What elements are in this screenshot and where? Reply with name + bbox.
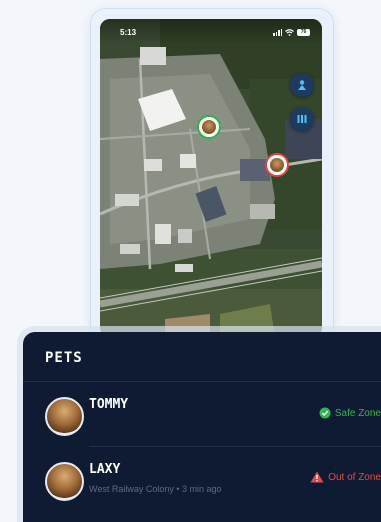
pets-title: PETS	[45, 350, 83, 366]
pets-panel: PETS TOMMY Safe Zone LAXY West Railway C…	[23, 332, 381, 522]
map-pin-tommy[interactable]	[197, 115, 221, 139]
satellite-map[interactable]	[100, 19, 322, 337]
pet-row-laxy[interactable]: LAXY West Railway Colony • 3 min ago Out…	[23, 449, 381, 507]
pet-name: TOMMY	[89, 397, 129, 412]
status-icons: 76	[273, 28, 310, 36]
status-bar: 5:13 76	[100, 19, 322, 45]
pet-name: LAXY	[89, 462, 121, 477]
status-time: 5:13	[120, 27, 137, 37]
bars-icon	[297, 115, 307, 123]
pet-location: West Railway Colony • 3 min ago	[89, 484, 222, 494]
signal-icon	[273, 28, 282, 36]
person-location-button[interactable]	[290, 73, 314, 97]
title-divider	[23, 381, 381, 382]
map-screen: 5:13 76	[100, 19, 322, 337]
dog-avatar-icon	[270, 158, 284, 172]
dog-avatar-icon	[202, 120, 216, 134]
zone-label: Out of Zone	[328, 471, 381, 483]
person-pin-icon	[298, 80, 306, 90]
pet-avatar	[45, 397, 84, 436]
pet-avatar	[45, 462, 84, 501]
zone-label: Safe Zone	[334, 407, 381, 419]
map-pin-laxy[interactable]	[265, 153, 289, 177]
check-circle-icon	[319, 407, 331, 419]
battery-icon: 76	[297, 28, 310, 36]
zone-status-out: Out of Zone	[310, 471, 381, 483]
layers-button[interactable]	[290, 107, 314, 131]
warning-triangle-icon	[310, 471, 324, 483]
wifi-icon	[285, 28, 294, 36]
zone-status-safe: Safe Zone	[319, 407, 381, 419]
pet-row-tommy[interactable]: TOMMY Safe Zone	[23, 384, 381, 442]
row-divider	[89, 446, 381, 447]
phone-frame: 5:13 76	[90, 8, 334, 350]
